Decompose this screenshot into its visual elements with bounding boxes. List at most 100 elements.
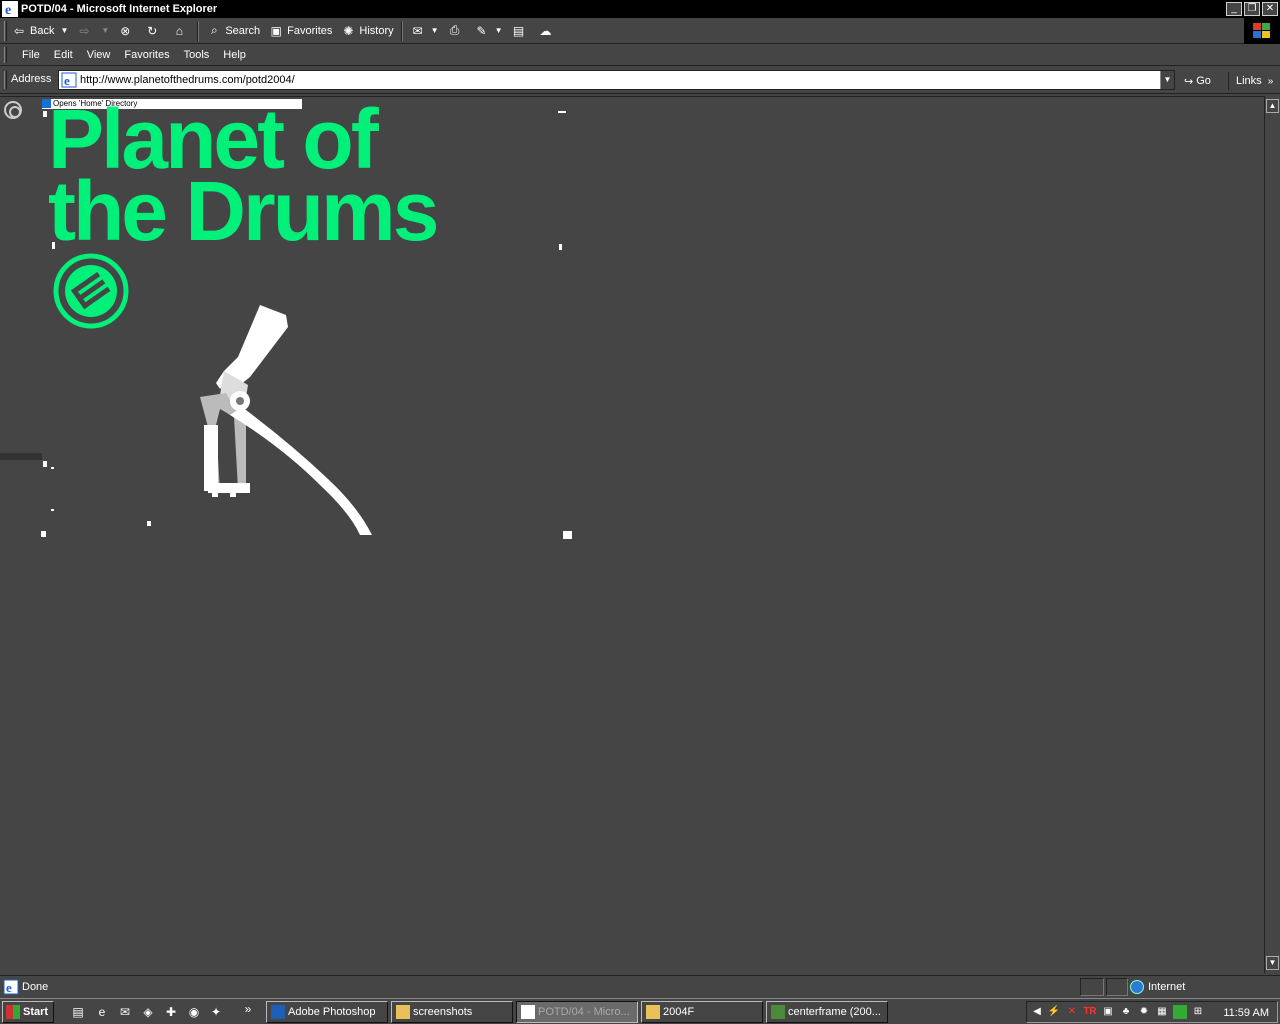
history-button[interactable]: ✺ History [336, 20, 397, 42]
app-quicklaunch-icon[interactable]: ✚ [163, 1004, 179, 1020]
clock[interactable]: 11:59 AM [1223, 1007, 1269, 1019]
lightbulb-icon[interactable]: ✹ [1137, 1005, 1151, 1019]
menu-edit[interactable]: Edit [47, 49, 80, 61]
task-label: screenshots [413, 1006, 473, 1018]
tray-app-icon[interactable]: ▦ [1155, 1005, 1169, 1019]
menu-view[interactable]: View [80, 49, 118, 61]
search-button[interactable]: ⌕ Search [202, 20, 264, 42]
favorites-label: Favorites [287, 24, 333, 37]
favorites-folder-icon: ▣ [270, 23, 282, 38]
start-label: Start [23, 1006, 49, 1018]
quicklaunch-more-icon[interactable]: » [240, 1001, 256, 1017]
stop-icon: ⊗ [120, 23, 131, 38]
status-text: Done [22, 981, 49, 993]
address-dropdown-icon[interactable]: ▼ [1160, 71, 1174, 89]
menu-tools[interactable]: Tools [177, 49, 217, 61]
outlook-quicklaunch-icon[interactable]: ✉ [117, 1004, 133, 1020]
tonearm-image [200, 305, 372, 535]
task-2004f[interactable]: 2004F [641, 1001, 763, 1023]
page-icon: e [61, 72, 77, 88]
task-centerframe[interactable]: centerframe (200... [766, 1001, 888, 1023]
menu-file[interactable]: File [15, 49, 47, 61]
show-desktop-icon[interactable]: ▤ [70, 1004, 86, 1020]
dreamweaver-icon [771, 1005, 785, 1019]
x-app-icon[interactable]: ✕ [1065, 1005, 1079, 1019]
forward-button[interactable]: ⇨ ▼ [72, 20, 113, 42]
potd-logo-icon[interactable] [53, 253, 129, 329]
toolbar-separator [197, 20, 200, 41]
menu-bar: File Edit View Favorites Tools Help [0, 44, 1280, 66]
scroll-up-icon[interactable]: ▲ [1266, 99, 1279, 113]
tr-app-icon[interactable]: TR [1083, 1005, 1097, 1019]
volume-icon[interactable]: ◀ [1030, 1005, 1044, 1019]
discuss-button[interactable]: ▤ [507, 20, 534, 42]
zone-label: Internet [1148, 981, 1186, 993]
address-url[interactable]: http://www.planetofthedrums.com/potd2004… [80, 74, 295, 86]
menu-favorites[interactable]: Favorites [117, 49, 176, 61]
stop-button[interactable]: ⊗ [113, 20, 140, 42]
links-label: Links [1236, 75, 1262, 87]
ie-quicklaunch-icon[interactable]: e [94, 1004, 110, 1020]
menubar-grip[interactable] [4, 46, 7, 63]
tray-app-icon[interactable]: ⊞ [1191, 1005, 1205, 1019]
task-label: centerframe (200... [788, 1006, 881, 1018]
title-bar: e POTD/04 - Microsoft Internet Explorer … [0, 0, 1280, 18]
toolbar-separator [400, 20, 403, 41]
menu-help[interactable]: Help [216, 49, 253, 61]
vertical-scrollbar[interactable]: ▲ ▼ [1264, 96, 1280, 973]
back-button[interactable]: ⇦ Back ▼ [7, 20, 72, 42]
go-button[interactable]: ↪ Go [1184, 72, 1211, 90]
edit-dropdown-icon[interactable]: ▼ [495, 26, 503, 35]
address-input[interactable]: e http://www.planetofthedrums.com/potd20… [58, 70, 1175, 90]
back-dropdown-icon[interactable]: ▼ [60, 26, 68, 35]
app-quicklaunch-icon[interactable]: ✦ [208, 1004, 224, 1020]
svg-text:e: e [5, 3, 11, 17]
page-content: Opens 'Home' Directory Planet of the Dru… [0, 96, 1264, 973]
page-speck [563, 531, 572, 539]
minimize-button[interactable]: _ [1226, 2, 1242, 16]
task-screenshots[interactable]: screenshots [391, 1001, 513, 1023]
mail-button[interactable]: ✉ ▼ [406, 20, 443, 42]
task-ie-potd[interactable]: POTD/04 - Micro... [516, 1001, 638, 1023]
search-label: Search [225, 24, 261, 37]
photoshop-icon [271, 1005, 285, 1019]
window-title: POTD/04 - Microsoft Internet Explorer [21, 3, 218, 15]
address-bar: Address e http://www.planetofthedrums.co… [0, 67, 1280, 94]
mail-dropdown-icon[interactable]: ▼ [431, 26, 439, 35]
task-photoshop[interactable]: Adobe Photoshop [266, 1001, 388, 1023]
edit-button[interactable]: ✎ ▼ [470, 20, 507, 42]
app-quicklaunch-icon[interactable]: ◈ [140, 1004, 156, 1020]
scroll-down-icon[interactable]: ▼ [1266, 956, 1279, 970]
page-speck [558, 111, 566, 113]
page-speck [52, 242, 55, 249]
close-button[interactable]: ✕ [1262, 2, 1278, 16]
messenger-button[interactable]: ☁ [534, 20, 561, 42]
app-quicklaunch-icon[interactable]: ◉ [186, 1004, 202, 1020]
page-speck [43, 461, 47, 467]
addressbar-grip[interactable] [4, 71, 7, 89]
chevron-right-icon: » [1267, 75, 1274, 87]
site-headline[interactable]: Planet of the Drums [48, 97, 439, 253]
links-button[interactable]: Links » [1228, 72, 1273, 90]
page-speck [147, 521, 151, 526]
antivirus-icon[interactable]: ⚡ [1047, 1005, 1061, 1019]
windows-flag-icon [1253, 23, 1270, 38]
start-button[interactable]: Start [2, 1001, 54, 1023]
tray-app-icon[interactable]: ♣ [1119, 1005, 1133, 1019]
system-tray: ◀ ⚡ ✕ TR ▣ ♣ ✹ ▦ ⊞ 11:59 AM [1026, 1001, 1278, 1023]
taskbar: Start ▤ e ✉ ◈ ✚ ◉ ✦ » Adobe Photoshop sc… [0, 998, 1280, 1024]
forward-dropdown-icon[interactable]: ▼ [101, 26, 109, 35]
task-label: Adobe Photoshop [288, 1006, 376, 1018]
go-label: Go [1196, 75, 1211, 87]
search-icon: ⌕ [210, 23, 218, 37]
mail-icon: ✉ [412, 23, 423, 38]
network-icon[interactable]: ▣ [1101, 1005, 1115, 1019]
refresh-button[interactable]: ↻ [140, 20, 167, 42]
print-button[interactable]: ⎙ [443, 20, 470, 42]
restore-button[interactable]: ❐ [1244, 2, 1260, 16]
favorites-button[interactable]: ▣ Favorites [264, 20, 336, 42]
home-button[interactable]: ⌂ [167, 20, 194, 42]
history-icon: ✺ [343, 23, 354, 38]
tray-app-icon[interactable] [1173, 1005, 1187, 1019]
target-icon[interactable] [4, 101, 22, 119]
